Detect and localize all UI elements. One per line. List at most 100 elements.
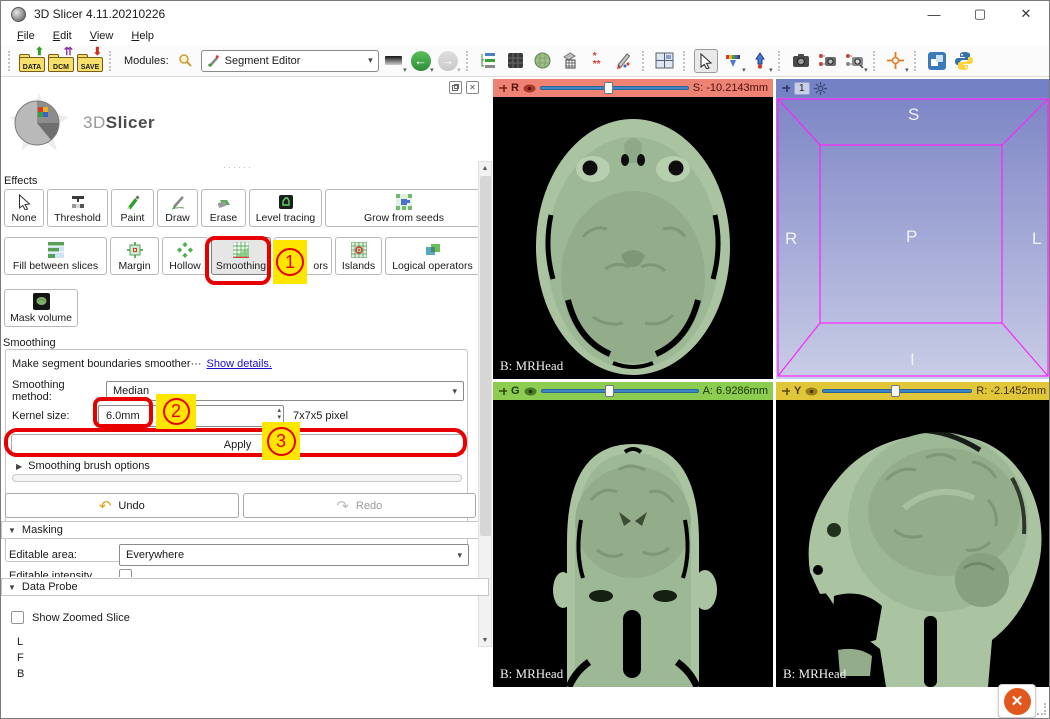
maximize-button[interactable]: ▢ [957,1,1003,27]
pin-icon[interactable] [781,84,790,93]
collapse-triangle-icon[interactable]: ▶ [16,462,22,471]
python-console-icon[interactable] [952,49,976,73]
crosshair-button[interactable]: ▾ [884,49,909,74]
toolbar-grip[interactable] [641,50,647,71]
pin-icon[interactable] [498,84,507,93]
effect-mask-volume-button[interactable]: Mask volume [4,289,78,327]
effect-none-button[interactable]: None [4,189,44,227]
yellow-viewport-label: Y [794,385,802,397]
panel-splitter-handle[interactable]: ······ [223,162,253,172]
annotations-icon[interactable]: * ** [585,49,609,73]
scroll-down-arrow[interactable]: ▼ [479,634,491,646]
scroll-up-arrow[interactable]: ▲ [479,162,491,174]
yellow-slice-image[interactable]: B: MRHead [776,400,1049,687]
load-dicom-button[interactable]: ⇈ DCM [48,46,74,72]
effect-paint-button[interactable]: Paint [111,189,154,227]
menu-file[interactable]: File [9,29,43,43]
markup-pen-icon[interactable] [612,49,636,73]
minimize-button[interactable]: — [911,1,957,27]
menu-help[interactable]: Help [123,29,162,43]
screen-capture-button[interactable] [789,49,813,73]
editable-intensity-checkbox[interactable] [119,569,132,577]
green-slice-viewport[interactable]: G A: 6.9286mm B: MRHead [493,382,773,687]
yellow-slice-slider[interactable] [822,385,973,397]
show-zoomed-slice-checkbox[interactable] [11,611,24,624]
toolbar-grip[interactable] [913,50,919,71]
paint-colors-button[interactable]: ▾ [721,49,746,74]
close-button[interactable]: ✕ [1003,1,1049,27]
threed-viewport[interactable]: 1 S R P L I [776,79,1049,379]
menu-edit[interactable]: Edit [45,29,80,43]
effect-level-tracing-button[interactable]: Level tracing [249,189,322,227]
effect-erase-button[interactable]: Erase [201,189,246,227]
red-slice-slider[interactable] [539,82,689,94]
panel-scrollbar[interactable]: ▲ ▼ [478,161,492,647]
slider-handle[interactable] [891,385,901,397]
extensions-manager-icon[interactable] [925,49,949,73]
yellow-slice-viewport[interactable]: Y R: -2.1452mm B: MRHead [776,382,1049,687]
toolbar-grip[interactable] [465,50,471,71]
mask-volume-icon [32,293,50,310]
toolbar-grip[interactable] [682,50,688,71]
green-slice-slider[interactable] [540,385,699,397]
red-slice-viewport[interactable]: R S: -10.2143mm B: MRHead [493,79,773,379]
load-data-button[interactable]: ⬆ DATA [19,46,45,72]
undo-button[interactable]: ↶ Undo [5,493,239,518]
place-fiducial-button[interactable]: ▾ [748,49,773,74]
effect-hollow-button[interactable]: Hollow [162,237,208,275]
menu-view[interactable]: View [82,29,122,43]
red-slice-offset: S: -10.2143mm [692,82,768,94]
annotation-close-button[interactable]: ✕ [998,684,1036,718]
eye-icon[interactable] [805,387,818,396]
redo-button[interactable]: ↷ Redo [242,493,476,518]
threshold-icon [69,193,86,210]
effect-grow-from-seeds-button[interactable]: Grow from seeds [325,189,483,227]
slider-handle[interactable] [603,82,613,94]
toolbar-grip[interactable] [8,50,13,71]
arrow-down-icon: ⬇ [92,45,102,58]
effect-fill-between-slices-button[interactable]: Fill between slices [4,237,107,275]
modules-label: Modules: [124,54,169,67]
popout-panel-icon[interactable] [449,81,462,94]
history-back-button[interactable]: ← ▾ [409,49,434,74]
scene-views-restore-icon[interactable]: ▾ [843,49,868,74]
volume-rendering-cube-icon[interactable] [504,49,528,73]
save-button[interactable]: ⬇ SAVE [77,45,103,72]
close-panel-icon[interactable]: ✕ [466,81,479,94]
effect-margin-button[interactable]: Margin [110,237,159,275]
toolbar-grip[interactable] [872,50,878,71]
slider-handle[interactable] [605,385,615,397]
view-options-gear-icon[interactable] [813,81,827,95]
chevron-down-icon: ▾ [769,66,773,74]
red-slice-image[interactable]: B: MRHead [493,97,773,379]
editable-area-dropdown[interactable]: Everywhere ▾ [119,544,469,566]
eye-icon[interactable] [524,387,537,396]
eye-icon[interactable] [523,84,536,93]
history-forward-button[interactable]: → ▾ [436,49,461,74]
surface-models-sphere-icon[interactable] [531,49,555,73]
scrollbar-thumb[interactable] [480,176,491,536]
effect-logical-operators-button[interactable]: Logical operators [385,237,480,275]
scene-views-capture-icon[interactable] [816,49,840,73]
mouse-interaction-button[interactable] [693,48,718,73]
toolbar-grip[interactable] [777,50,783,71]
screenshot-options-button[interactable]: ▾ [382,49,407,74]
module-history-icon[interactable] [477,49,501,73]
layout-selector-button[interactable] [653,49,677,73]
effect-draw-button[interactable]: Draw [157,189,198,227]
pin-icon[interactable] [498,387,507,396]
data-probe-section-header[interactable]: ▼ Data Probe [1,578,489,596]
module-search-icon[interactable] [174,49,198,73]
chevron-down-icon: ▾ [368,55,373,65]
effect-islands-button[interactable]: Islands [335,237,382,275]
transforms-icon[interactable] [558,49,582,73]
threed-scene[interactable]: S R P L I [776,97,1049,379]
pin-icon[interactable] [781,387,790,396]
spinner-arrows-icon[interactable]: ▴ ▾ [277,407,281,421]
module-selector-dropdown[interactable]: Segment Editor ▾ [200,49,379,72]
masking-section-header[interactable]: ▼ Masking [1,521,489,539]
effect-threshold-button[interactable]: Threshold [47,189,108,227]
green-slice-image[interactable]: B: MRHead [493,400,773,687]
toolbar-grip[interactable] [109,50,114,71]
show-details-link[interactable]: Show details. [207,358,272,370]
